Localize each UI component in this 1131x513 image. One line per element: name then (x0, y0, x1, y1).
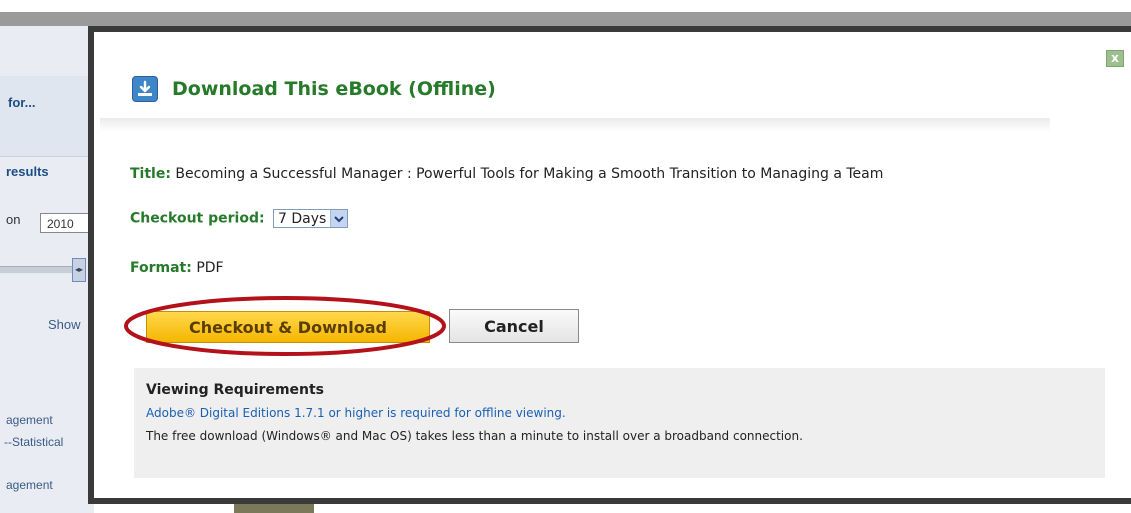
title-divider (100, 118, 1050, 132)
download-icon (132, 76, 158, 102)
book-title-label: Title: (130, 166, 171, 182)
sidebar-search-header (0, 76, 94, 157)
requirements-note: The free download (Windows® and Mac OS) … (146, 429, 803, 443)
checkout-download-button[interactable]: Checkout & Download (146, 311, 430, 343)
adobe-digital-editions-link[interactable]: Adobe® Digital Editions 1.7.1 or higher … (146, 406, 1093, 420)
date-slider-handle[interactable]: ◂▸ (72, 258, 86, 282)
dialog-title: Download This eBook (Offline) (172, 78, 496, 100)
cancel-button[interactable]: Cancel (449, 309, 579, 343)
format-value: PDF (196, 260, 224, 276)
checkout-period-row: Checkout period: 7 Days (130, 209, 349, 228)
format-row: Format: PDF (130, 260, 224, 276)
sidebar-results-link[interactable]: results (6, 164, 49, 179)
sidebar-show-link[interactable]: Show (48, 317, 81, 332)
sidebar-subject-2[interactable]: --Statistical (4, 435, 63, 449)
close-icon[interactable]: x (1106, 50, 1124, 67)
date-slider-track[interactable] (0, 266, 80, 273)
dialog-header: Download This eBook (Offline) (132, 74, 496, 104)
overlay-band (0, 12, 1131, 26)
requirements-heading: Viewing Requirements (146, 382, 325, 398)
download-ebook-dialog: x Download This eBook (Offline) Title: B… (88, 26, 1131, 504)
sidebar-pub-label: on (6, 212, 21, 227)
format-label: Format: (130, 260, 192, 276)
checkout-period-label: Checkout period: (130, 210, 265, 227)
page-top-strip (0, 0, 1131, 12)
viewing-requirements-box: Viewing Requirements Adobe® Digital Edit… (134, 368, 1105, 478)
book-title-row: Title: Becoming a Successful Manager : P… (130, 166, 883, 182)
chevron-down-icon[interactable] (330, 210, 348, 227)
book-title-value: Becoming a Successful Manager : Powerful… (175, 166, 884, 182)
checkout-period-value: 7 Days (278, 210, 327, 227)
year-input[interactable]: 2010 (40, 213, 90, 233)
checkout-period-select[interactable]: 7 Days (273, 209, 349, 228)
sidebar-search-heading: for... (8, 95, 36, 110)
sidebar-subject-3[interactable]: agement (6, 478, 53, 492)
sidebar-subject-1[interactable]: agement (6, 413, 53, 427)
